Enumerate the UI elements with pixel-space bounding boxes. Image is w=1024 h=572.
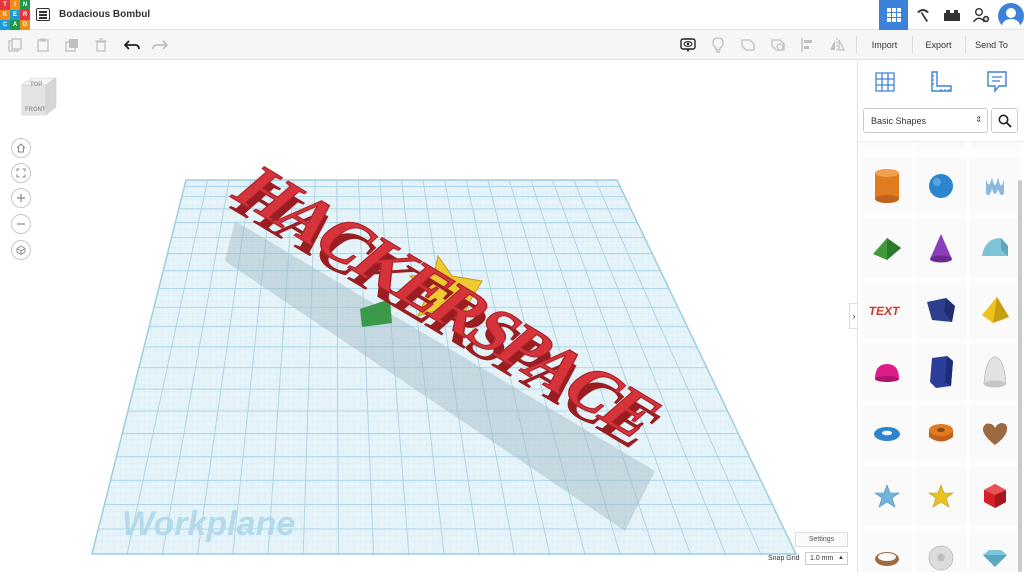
shape-tile-roof[interactable] — [862, 219, 912, 277]
ruler-icon[interactable] — [928, 69, 954, 95]
shape-tile-cylinder[interactable] — [862, 157, 912, 215]
notes-icon[interactable] — [984, 69, 1010, 95]
search-button[interactable] — [991, 108, 1018, 133]
shape-tile-half-sphere[interactable] — [862, 343, 912, 401]
tinkercad-logo[interactable]: T I N K E R C A D — [0, 0, 30, 30]
shape-tile-icosahedron[interactable] — [970, 467, 1020, 525]
logo-letter: K — [0, 10, 10, 20]
shape-tile-sphere[interactable] — [916, 157, 966, 215]
select-arrows-icon: ⇕ — [975, 115, 982, 124]
shape-tile-partial[interactable] — [916, 142, 966, 150]
logo-letter: T — [0, 0, 10, 10]
mirror-icon[interactable] — [829, 37, 845, 53]
shape-tile-ring[interactable] — [862, 529, 912, 572]
notes-visibility-icon[interactable] — [680, 37, 696, 53]
perspective-icon[interactable] — [11, 240, 31, 260]
shape-tile-pyramid[interactable] — [970, 281, 1020, 339]
edit-toolbar: Import Export Send To — [0, 30, 1024, 60]
shape-tile-box[interactable] — [916, 281, 966, 339]
mode-switcher — [879, 0, 1024, 30]
workplane-label: Workplane — [122, 505, 295, 543]
snap-grid-select[interactable]: 1.0 mm ▲ — [805, 552, 848, 565]
dropdown-arrow-icon: ▲ — [838, 555, 844, 561]
shape-tile-round-roof[interactable] — [970, 219, 1020, 277]
logo-letter: D — [20, 20, 30, 30]
shape-tile-partial[interactable] — [862, 142, 912, 150]
redo-icon[interactable] — [152, 37, 168, 53]
align-icon[interactable] — [800, 37, 816, 53]
import-button[interactable]: Import — [862, 36, 907, 54]
panel-scrollbar[interactable] — [1018, 180, 1022, 572]
logo-letter: I — [10, 0, 20, 10]
shape-tile-soccer-ball[interactable] — [916, 529, 966, 572]
shape-tile-text[interactable]: TEXT — [862, 281, 912, 339]
logo-letter: C — [0, 20, 10, 30]
export-button[interactable]: Export — [917, 36, 960, 54]
shape-tile-star-blue[interactable] — [862, 467, 912, 525]
shape-tile-scribble[interactable] — [970, 157, 1020, 215]
shape-tile-cone[interactable] — [916, 219, 966, 277]
3d-viewport[interactable]: HACKERSPACE HACKERSPACE Workplane TOP FR… — [0, 61, 857, 572]
snap-grid-label: Snap Grid — [768, 555, 800, 562]
paste-icon[interactable] — [35, 37, 51, 53]
logo-letter: E — [10, 10, 20, 20]
workplane-grid-icon[interactable] — [872, 69, 898, 95]
3d-design-grid-icon[interactable] — [879, 0, 908, 30]
send-to-button[interactable]: Send To — [970, 36, 1013, 54]
shape-tile-paraboloid[interactable] — [970, 343, 1020, 401]
chevron-right-icon: › — [852, 311, 856, 321]
shape-tile-polygon[interactable] — [916, 343, 966, 401]
shape-library-value: Basic Shapes — [871, 115, 927, 126]
svg-text:TEXT: TEXT — [869, 304, 901, 318]
codeblocks-pickaxe-icon[interactable] — [908, 0, 937, 30]
shape-tile-heart[interactable] — [970, 405, 1020, 463]
tinkercad-editor: T I N K E R C A D Bodacious Bombul Impor… — [0, 0, 1024, 572]
zoom-out-icon[interactable] — [11, 214, 31, 234]
view-cube-top-label[interactable]: TOP — [30, 82, 42, 88]
shape-library-select[interactable]: Basic Shapes ⇕ — [863, 108, 988, 133]
logo-letter: A — [10, 20, 20, 30]
fit-view-icon[interactable] — [11, 163, 31, 183]
delete-icon[interactable] — [93, 37, 109, 53]
design-menu-icon[interactable] — [36, 8, 50, 21]
zoom-in-icon[interactable] — [11, 188, 31, 208]
shapes-panel: Basic Shapes ⇕ TEXT — [857, 61, 1024, 572]
top-bar: T I N K E R C A D Bodacious Bombul — [0, 0, 1024, 30]
hole-shape-icon[interactable] — [770, 37, 786, 53]
logo-letter: N — [20, 0, 30, 10]
avatar — [997, 3, 1024, 29]
settings-button[interactable]: Settings — [795, 532, 848, 547]
shape-tile-tube[interactable] — [916, 405, 966, 463]
bricks-icon[interactable] — [937, 0, 966, 30]
workplane-scene[interactable]: HACKERSPACE HACKERSPACE Workplane — [0, 61, 857, 572]
view-cube-front-label[interactable]: FRONT — [25, 107, 46, 113]
snap-grid-value: 1.0 mm — [810, 555, 834, 562]
light-bulb-icon[interactable] — [710, 37, 726, 53]
shape-tile-star-yellow[interactable] — [916, 467, 966, 525]
search-icon — [998, 114, 1012, 128]
user-avatar-button[interactable] — [995, 0, 1024, 30]
shape-grid: TEXT — [858, 141, 1024, 572]
shape-outline-icon[interactable] — [740, 37, 756, 53]
view-cube[interactable]: TOP FRONT — [20, 77, 58, 123]
duplicate-icon[interactable] — [64, 37, 80, 53]
shape-tile-torus[interactable] — [862, 405, 912, 463]
add-user-icon[interactable] — [966, 0, 995, 30]
shape-tile-partial[interactable] — [970, 142, 1020, 150]
logo-letter: R — [20, 10, 30, 20]
design-title[interactable]: Bodacious Bombul — [59, 9, 150, 20]
undo-icon[interactable] — [124, 37, 140, 53]
shape-tile-gem[interactable] — [970, 529, 1020, 572]
copy-icon[interactable] — [7, 37, 23, 53]
home-icon[interactable] — [11, 138, 31, 158]
